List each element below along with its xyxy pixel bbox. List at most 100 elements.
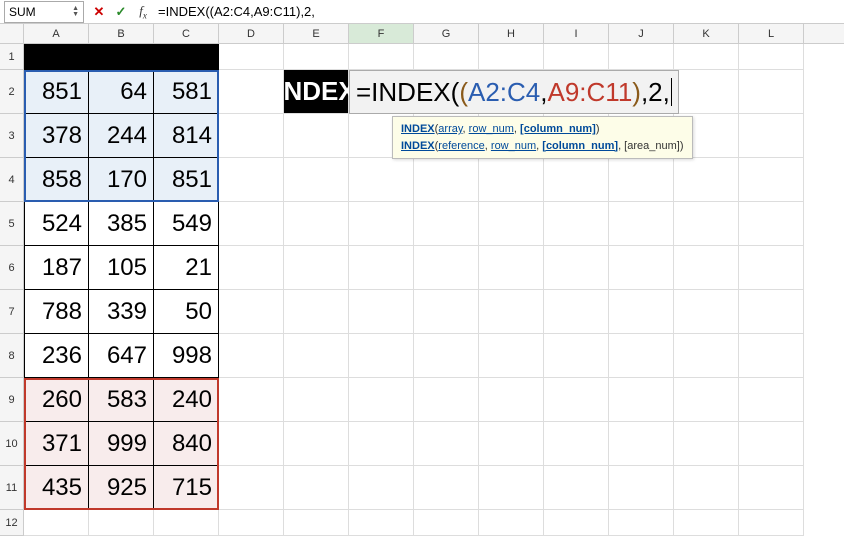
- cell[interactable]: [609, 510, 674, 536]
- row-header-1[interactable]: 1: [0, 44, 24, 70]
- cell[interactable]: [609, 246, 674, 290]
- row-header-3[interactable]: 3: [0, 114, 24, 158]
- cell[interactable]: [219, 466, 284, 510]
- cell[interactable]: [479, 246, 544, 290]
- cell[interactable]: [674, 290, 739, 334]
- cell[interactable]: 244: [89, 114, 154, 158]
- cell[interactable]: 260: [24, 378, 89, 422]
- cell[interactable]: [479, 378, 544, 422]
- cell[interactable]: [349, 44, 414, 70]
- cell[interactable]: [479, 290, 544, 334]
- cell[interactable]: [544, 158, 609, 202]
- cell[interactable]: [284, 246, 349, 290]
- cell[interactable]: 524: [24, 202, 89, 246]
- cell[interactable]: [414, 334, 479, 378]
- col-header-C[interactable]: C: [154, 24, 219, 43]
- cell[interactable]: [349, 158, 414, 202]
- cell[interactable]: [544, 378, 609, 422]
- row-header-5[interactable]: 5: [0, 202, 24, 246]
- tooltip-fn[interactable]: INDEX: [401, 123, 435, 135]
- cell[interactable]: [544, 422, 609, 466]
- cell[interactable]: [479, 422, 544, 466]
- cell[interactable]: 371: [24, 422, 89, 466]
- cell[interactable]: 851: [154, 158, 219, 202]
- cell[interactable]: [284, 158, 349, 202]
- cell[interactable]: [154, 44, 219, 70]
- cell-index-label[interactable]: INDEX: [284, 70, 349, 114]
- cell[interactable]: [284, 114, 349, 158]
- col-header-I[interactable]: I: [544, 24, 609, 43]
- cell[interactable]: [349, 290, 414, 334]
- cell[interactable]: [349, 510, 414, 536]
- cell[interactable]: [219, 378, 284, 422]
- cancel-button[interactable]: ✕: [88, 1, 110, 23]
- cell[interactable]: [674, 44, 739, 70]
- row-header-2[interactable]: 2: [0, 70, 24, 114]
- col-header-B[interactable]: B: [89, 24, 154, 43]
- cell[interactable]: 581: [154, 70, 219, 114]
- name-box[interactable]: SUM ▲ ▼: [4, 1, 84, 23]
- cell[interactable]: 50: [154, 290, 219, 334]
- cell[interactable]: [739, 466, 804, 510]
- cell[interactable]: [739, 246, 804, 290]
- row-header-6[interactable]: 6: [0, 246, 24, 290]
- accept-button[interactable]: ✓: [110, 1, 132, 23]
- name-box-stepper[interactable]: ▲ ▼: [72, 6, 79, 18]
- cell[interactable]: [414, 158, 479, 202]
- select-all-corner[interactable]: [0, 24, 24, 43]
- cell[interactable]: [739, 114, 804, 158]
- cell[interactable]: 64: [89, 70, 154, 114]
- cell[interactable]: [739, 422, 804, 466]
- cell[interactable]: [609, 466, 674, 510]
- cell[interactable]: 647: [89, 334, 154, 378]
- cell[interactable]: 105: [89, 246, 154, 290]
- cell[interactable]: 240: [154, 378, 219, 422]
- row-header-11[interactable]: 11: [0, 466, 24, 510]
- cell[interactable]: 583: [89, 378, 154, 422]
- cell[interactable]: 998: [154, 334, 219, 378]
- cell[interactable]: [349, 334, 414, 378]
- cell[interactable]: [414, 44, 479, 70]
- cell[interactable]: [414, 202, 479, 246]
- cell[interactable]: [89, 44, 154, 70]
- cell[interactable]: [219, 158, 284, 202]
- cell[interactable]: [414, 378, 479, 422]
- formula-input[interactable]: [154, 4, 844, 19]
- cell[interactable]: [414, 466, 479, 510]
- cell[interactable]: [544, 202, 609, 246]
- col-header-G[interactable]: G: [414, 24, 479, 43]
- cell[interactable]: 435: [24, 466, 89, 510]
- cell[interactable]: [609, 158, 674, 202]
- row-header-12[interactable]: 12: [0, 510, 24, 536]
- cell[interactable]: [544, 510, 609, 536]
- cell[interactable]: [414, 510, 479, 536]
- cell[interactable]: [674, 158, 739, 202]
- cell[interactable]: [284, 378, 349, 422]
- cell[interactable]: [739, 334, 804, 378]
- cell[interactable]: [544, 290, 609, 334]
- cell[interactable]: [739, 378, 804, 422]
- cell[interactable]: [479, 202, 544, 246]
- cell[interactable]: [674, 378, 739, 422]
- cell[interactable]: [284, 202, 349, 246]
- cell[interactable]: 549: [154, 202, 219, 246]
- cell[interactable]: [479, 44, 544, 70]
- col-header-D[interactable]: D: [219, 24, 284, 43]
- cell[interactable]: [609, 202, 674, 246]
- cell[interactable]: [219, 202, 284, 246]
- cell[interactable]: [479, 466, 544, 510]
- row-header-8[interactable]: 8: [0, 334, 24, 378]
- col-header-F[interactable]: F: [349, 24, 414, 43]
- row-header-4[interactable]: 4: [0, 158, 24, 202]
- fx-button[interactable]: fx: [132, 1, 154, 23]
- cell[interactable]: [284, 466, 349, 510]
- cell[interactable]: [739, 290, 804, 334]
- row-header-9[interactable]: 9: [0, 378, 24, 422]
- cell[interactable]: [219, 334, 284, 378]
- cell[interactable]: 385: [89, 202, 154, 246]
- cell[interactable]: [479, 334, 544, 378]
- cell[interactable]: 187: [24, 246, 89, 290]
- cell[interactable]: [284, 510, 349, 536]
- cell[interactable]: [479, 510, 544, 536]
- tooltip-fn[interactable]: INDEX: [401, 140, 435, 152]
